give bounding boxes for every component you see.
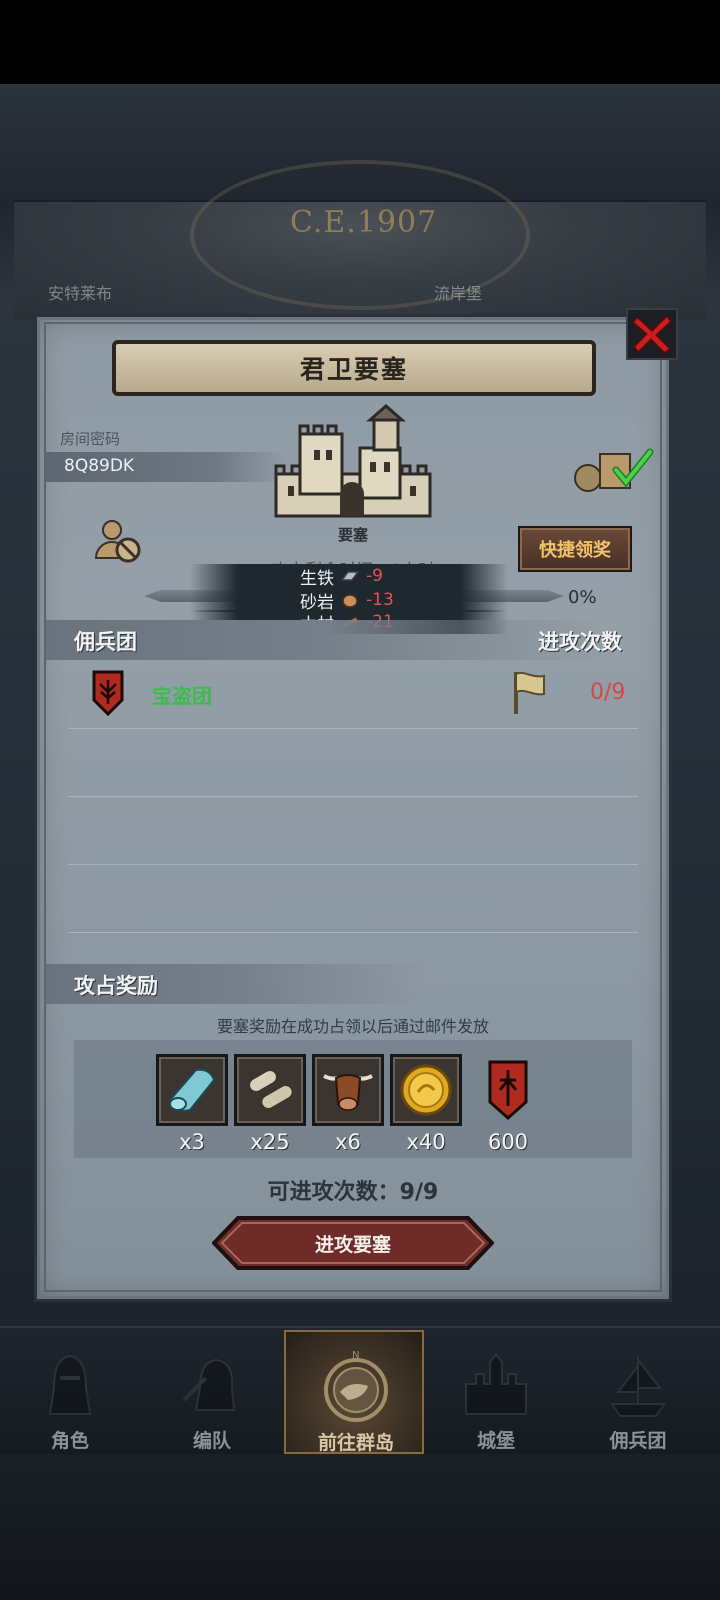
reward-tile bbox=[390, 1054, 462, 1126]
nav-label: 角色 bbox=[50, 1430, 89, 1452]
resource-value: -13 bbox=[366, 590, 394, 610]
dialog-title: 君卫要塞 bbox=[299, 355, 408, 384]
reward-tile bbox=[234, 1054, 306, 1126]
formation-icon bbox=[182, 1358, 236, 1411]
reward-section-title: 攻占奖励 bbox=[74, 974, 158, 998]
cattle-icon bbox=[323, 1074, 373, 1111]
bottom-area bbox=[0, 1454, 720, 1600]
room-code[interactable]: 8Q89DK bbox=[64, 456, 134, 476]
dialog-title-banner: 君卫要塞 bbox=[112, 340, 596, 396]
mercenary-section-title: 佣兵团 bbox=[74, 630, 137, 654]
flag-icon bbox=[514, 671, 545, 714]
mercenary-ship-icon bbox=[610, 1356, 666, 1417]
castle-icon bbox=[465, 1352, 527, 1415]
reward-item-cattle[interactable]: x6 bbox=[312, 1054, 384, 1154]
nav-tab-character[interactable]: 角色 bbox=[0, 1330, 140, 1454]
gold-coin-icon bbox=[400, 1064, 452, 1116]
reward-tile bbox=[312, 1054, 384, 1126]
row-divider bbox=[68, 796, 638, 797]
scroll-icon bbox=[248, 1069, 294, 1110]
svg-text:N: N bbox=[352, 1350, 359, 1361]
close-icon bbox=[632, 314, 672, 354]
map-year: C.E.1907 bbox=[290, 205, 438, 240]
room-code-label: 房间密码 bbox=[60, 430, 121, 448]
reward-quantity: x25 bbox=[250, 1130, 290, 1154]
close-button[interactable] bbox=[626, 308, 678, 360]
nav-label: 城堡 bbox=[476, 1430, 515, 1452]
mercenary-name[interactable]: 宝盗团 bbox=[152, 680, 212, 709]
status-bar-area bbox=[0, 0, 720, 84]
reward-item-cloth[interactable]: x3 bbox=[156, 1054, 228, 1154]
compass-icon: N bbox=[324, 1350, 388, 1422]
claimed-supplies-icon[interactable] bbox=[572, 444, 654, 494]
attack-fortress-button[interactable]: 进攻要塞 bbox=[212, 1216, 494, 1270]
resource-value: -9 bbox=[366, 566, 383, 586]
reward-quantity: x6 bbox=[335, 1130, 361, 1154]
iron-icon bbox=[340, 571, 360, 581]
reward-quantity: 600 bbox=[487, 1130, 529, 1154]
resource-name: 生铁 bbox=[300, 568, 334, 589]
nav-label: 编队 bbox=[192, 1430, 231, 1452]
nav-tab-castle[interactable]: 城堡 bbox=[426, 1330, 566, 1454]
reward-item-banner[interactable]: 600 bbox=[472, 1054, 544, 1154]
reward-quantity: x40 bbox=[406, 1130, 446, 1154]
nav-label: 佣兵团 bbox=[609, 1430, 667, 1452]
map-city-right[interactable]: 流岸堡 bbox=[434, 280, 482, 304]
row-divider bbox=[68, 728, 638, 729]
knight-helmet-icon bbox=[48, 1354, 92, 1415]
row-divider bbox=[68, 932, 638, 933]
mercenary-attack-count: 0/9 bbox=[590, 680, 626, 705]
mercenary-emblem-icon bbox=[92, 670, 124, 716]
reward-item-gold[interactable]: x40 bbox=[390, 1054, 462, 1154]
resource-row-sandstone: 砂岩 -13 bbox=[190, 588, 508, 613]
row-divider bbox=[68, 864, 638, 865]
nav-tab-islands[interactable]: N 前往群岛 bbox=[284, 1330, 424, 1454]
resource-row-iron: 生铁 -9 bbox=[190, 564, 508, 589]
nav-tab-formation[interactable]: 编队 bbox=[142, 1330, 282, 1454]
attack-button-label: 进攻要塞 bbox=[314, 1234, 391, 1256]
map-city-left[interactable]: 安特莱布 bbox=[48, 280, 112, 304]
banner-icon bbox=[488, 1060, 528, 1120]
nav-label: 前往群岛 bbox=[317, 1432, 394, 1454]
reward-note: 要塞奖励在成功占领以后通过邮件发放 bbox=[216, 1017, 489, 1036]
reward-tile bbox=[156, 1054, 228, 1126]
reward-quantity: x3 bbox=[179, 1130, 205, 1154]
reward-item-scroll[interactable]: x25 bbox=[234, 1054, 306, 1154]
cloth-icon bbox=[168, 1068, 216, 1112]
reward-tile bbox=[472, 1054, 544, 1126]
remaining-attacks-text: 可进攻次数：9/9 bbox=[267, 1180, 439, 1205]
sandstone-icon bbox=[342, 594, 358, 608]
occupy-progress-text: 0% bbox=[568, 587, 597, 608]
attack-count-title: 进攻次数 bbox=[538, 630, 622, 654]
fortress-icon bbox=[274, 404, 432, 518]
nav-tab-mercenary[interactable]: 佣兵团 bbox=[568, 1330, 708, 1454]
